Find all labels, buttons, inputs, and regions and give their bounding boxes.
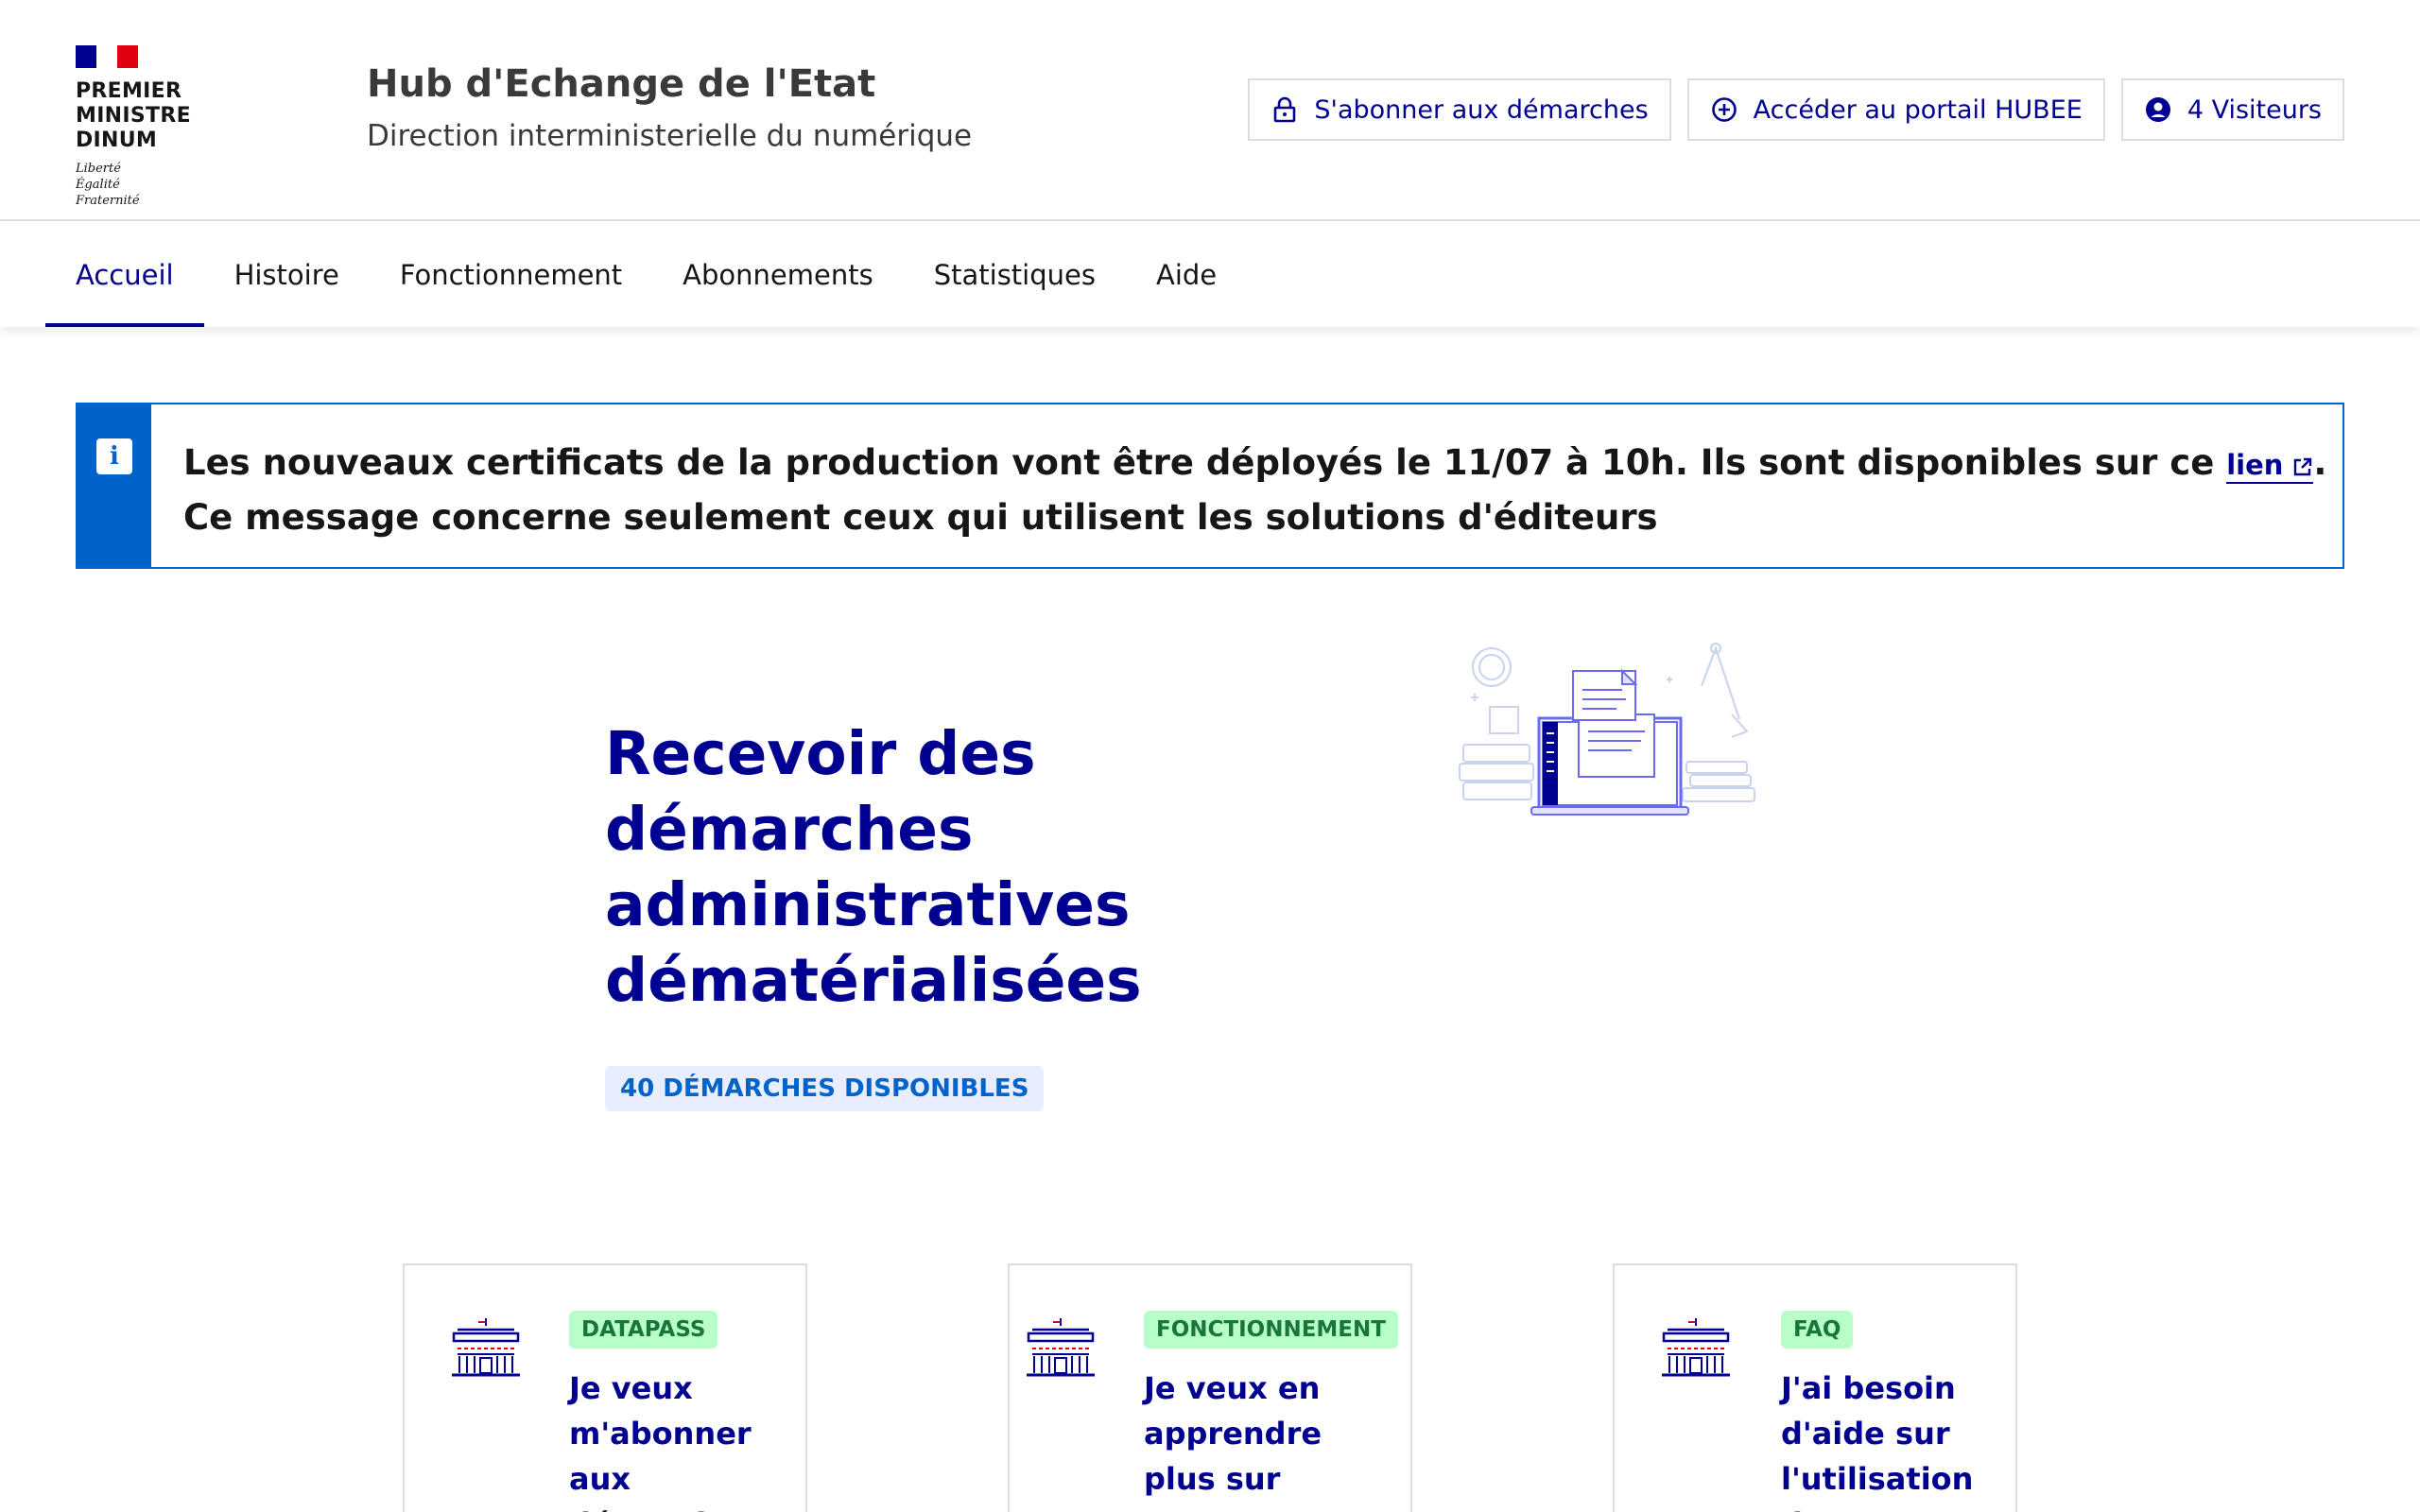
card-title[interactable]: Je veux en apprendre plus sur HUBEE [1144,1366,1390,1512]
card-faq[interactable]: FAQ J'ai besoin d'aide sur l'utilisation… [1613,1263,2017,1512]
notice-line-1: Les nouveaux certificats de la productio… [183,437,2326,491]
nav-item-abonnements[interactable]: Abonnements [652,223,904,327]
service-tagline: Direction interministerielle du numériqu… [367,119,973,153]
site-header: PREMIER MINISTRE DINUM Liberté Égalité F… [0,0,2420,221]
portal-label: Accéder au portail HUBEE [1753,94,2083,125]
nav-item-aide[interactable]: Aide [1126,223,1247,327]
card-tag: FAQ [1781,1311,1854,1349]
nav-item-histoire[interactable]: Histoire [204,223,370,327]
portal-button[interactable]: Accéder au portail HUBEE [1686,78,2105,141]
notice-line-1-suffix: . [2313,442,2327,483]
government-logo[interactable]: PREMIER MINISTRE DINUM Liberté Égalité F… [76,45,302,209]
subscribe-button[interactable]: S'abonner aux démarches [1248,78,1671,141]
card-tag: FONCTIONNEMENT [1144,1311,1398,1349]
republic-motto: Liberté Égalité Fraternité [76,161,302,209]
motto-fraternite: Fraternité [76,194,140,208]
ministry-line-1: PREMIER MINISTRE [76,79,191,128]
motto-egalite: Égalité [76,178,120,192]
visitors-label: 4 Visiteurs [2187,94,2322,125]
card-fonctionnement[interactable]: FONCTIONNEMENT Je veux en apprendre plus… [1008,1263,1412,1512]
add-circle-icon [1710,95,1738,124]
building-icon [1662,1318,1730,1377]
building-icon [452,1318,520,1377]
ministry-name: PREMIER MINISTRE DINUM [76,79,302,153]
nav-item-accueil[interactable]: Accueil [45,223,204,327]
visitors-button[interactable]: 4 Visiteurs [2120,78,2344,141]
notice-message: Les nouveaux certificats de la productio… [183,437,2326,544]
hero-title: Recevoir des démarches administratives d… [605,719,1142,1015]
info-icon: i [96,438,132,474]
external-link-icon [2294,457,2312,476]
main-navigation: Accueil Histoire Fonctionnement Abonneme… [0,223,2420,327]
card-title[interactable]: Je veux m'abonner aux démarches [569,1366,796,1512]
card-title[interactable]: J'ai besoin d'aide sur l'utilisation de … [1781,1366,2008,1512]
card-datapass[interactable]: DATAPASS Je veux m'abonner aux démarches [403,1263,807,1512]
ministry-line-2: DINUM [76,129,158,152]
marianne-flag-icon [76,45,138,68]
info-notice: i Les nouveaux certificats de la product… [76,403,2344,569]
building-icon [1027,1318,1095,1377]
notice-link-label: lien [2226,449,2284,481]
demarches-count-badge: 40 démarches disponibles [605,1066,1045,1111]
lock-icon [1270,95,1299,124]
subscribe-label: S'abonner aux démarches [1314,94,1649,125]
notice-line-2: Ce message concerne seulement ceux qui u… [183,497,1658,538]
header-tools: S'abonner aux démarches Accéder au porta… [1248,78,2344,141]
laptop-documents-illustration [1459,643,1755,816]
card-tag: DATAPASS [569,1311,718,1349]
nav-item-fonctionnement[interactable]: Fonctionnement [370,223,652,327]
service-title[interactable]: Hub d'Echange de l'Etat [367,62,875,106]
motto-liberte: Liberté [76,162,121,176]
notice-line-1-text: Les nouveaux certificats de la productio… [183,442,2227,483]
nav-item-statistiques[interactable]: Statistiques [904,223,1126,327]
account-circle-icon [2144,95,2172,124]
notice-accent-bar: i [78,404,151,567]
notice-link[interactable]: lien [2226,449,2314,484]
